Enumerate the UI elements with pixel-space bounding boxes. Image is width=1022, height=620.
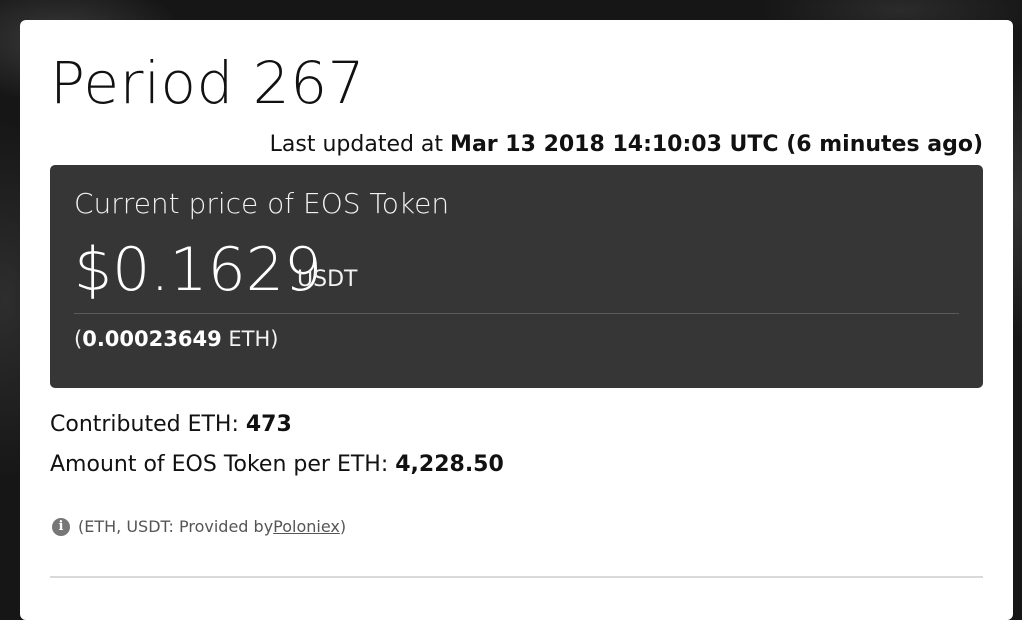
tokens-per-eth-label: Amount of EOS Token per ETH: — [50, 452, 396, 477]
price-unit: USDT — [297, 267, 358, 292]
last-updated: Last updated at Mar 13 2018 14:10:03 UTC… — [270, 132, 983, 157]
period-card: Period 267 Last updated at Mar 13 2018 1… — [20, 20, 1013, 620]
contributed-eth-value: 473 — [245, 412, 292, 437]
section-divider — [50, 576, 983, 578]
price-divider — [74, 313, 959, 314]
price-panel: Current price of EOS Token $0.1629 USDT … — [50, 165, 983, 388]
price-label: Current price of EOS Token — [74, 187, 450, 220]
eth-price: (0.00023649 ETH) — [74, 327, 278, 351]
poloniex-link[interactable]: Poloniex — [273, 517, 340, 536]
last-updated-prefix: Last updated at — [269, 132, 451, 157]
tokens-per-eth-value: 4,228.50 — [395, 452, 504, 477]
page-title: Period 267 — [50, 49, 365, 117]
last-updated-datetime: Mar 13 2018 14:10:03 UTC (6 minutes ago) — [450, 132, 983, 157]
eth-open-paren: ( — [74, 327, 83, 351]
price-value: $0.1629 — [74, 235, 323, 305]
eth-price-unit: ETH) — [221, 327, 279, 351]
contributed-eth: Contributed ETH: 473 — [50, 412, 292, 437]
source-note: i (ETH, USDT: Provided by Poloniex) — [52, 517, 346, 536]
source-note-suffix: ) — [339, 517, 347, 536]
info-icon: i — [52, 517, 70, 536]
tokens-per-eth: Amount of EOS Token per ETH: 4,228.50 — [50, 452, 504, 477]
source-note-prefix: (ETH, USDT: Provided by — [78, 517, 274, 536]
eth-price-value: 0.00023649 — [82, 327, 222, 351]
contributed-eth-label: Contributed ETH: — [50, 412, 246, 437]
